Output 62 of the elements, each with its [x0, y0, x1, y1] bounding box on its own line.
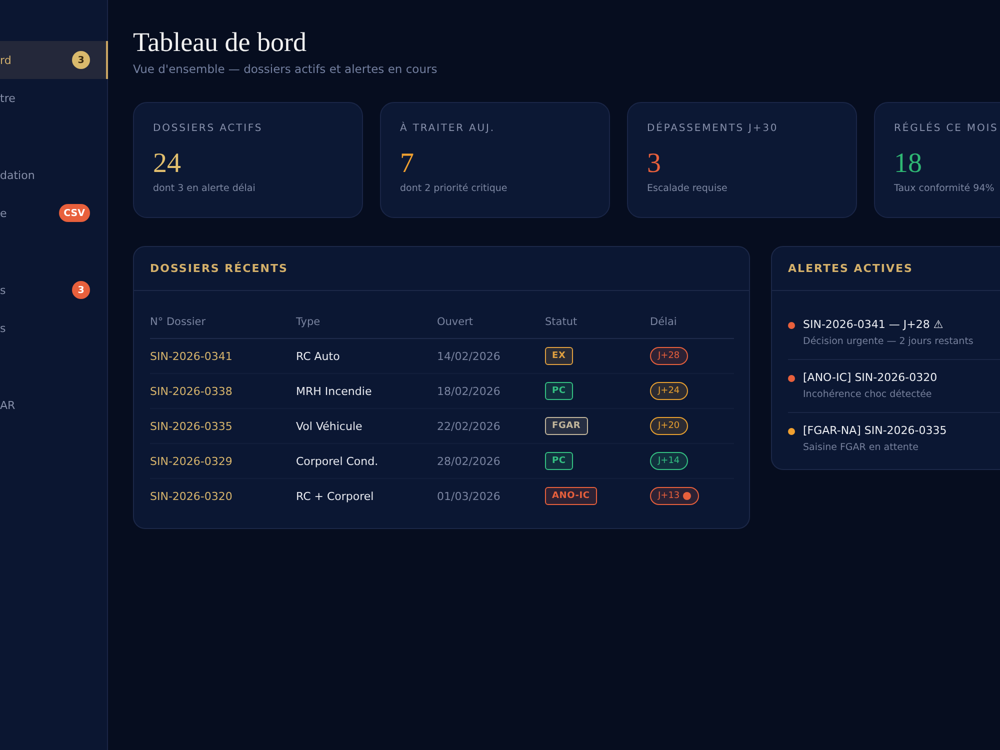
alert-detail: Saisine FGAR en attente	[803, 441, 920, 455]
stat-label: À TRAITER AUJ.	[400, 123, 496, 134]
stat-value: 3	[647, 148, 662, 180]
stat-value: 18	[894, 148, 923, 180]
stat-note: Taux conformité 94%	[894, 183, 996, 194]
column-header: Ouvert	[437, 306, 545, 338]
sidebar-item[interactable]: dation	[0, 156, 108, 194]
alert-title[interactable]: SIN-2026-0341 — J+28 ⚠	[803, 317, 974, 333]
status-tag: EX	[545, 347, 573, 365]
sidebar-item[interactable]: e CSV	[0, 194, 108, 232]
delay-pill: J+24	[650, 382, 688, 400]
alert-detail: Incohérence choc détectée	[803, 388, 933, 402]
panel-title: ALERTES ACTIVES	[788, 262, 913, 275]
status-tag: PC	[545, 452, 573, 470]
count-badge: CSV	[58, 204, 90, 222]
type-cell: RC Auto	[296, 338, 437, 374]
alert-title[interactable]: [FGAR-NA] SIN-2026-0335	[803, 423, 947, 439]
delay-pill: J+28	[650, 347, 688, 365]
stat-value: 24	[153, 148, 182, 180]
date-cell: 14/02/2026	[437, 338, 545, 374]
type-cell: Vol Véhicule	[296, 408, 437, 444]
stat-note: dont 3 en alerte délai	[153, 183, 256, 194]
count-badge: 3	[72, 281, 90, 299]
type-cell: RC + Corporel	[296, 478, 437, 513]
date-cell: 18/02/2026	[437, 374, 545, 408]
file-number-cell[interactable]: SIN-2026-0320	[150, 478, 296, 513]
stat-value: 7	[400, 148, 415, 180]
stat-note: dont 2 priorité critique	[400, 183, 508, 194]
alert-detail: Décision urgente — 2 jours restants	[803, 335, 974, 349]
date-cell: 28/02/2026	[437, 444, 545, 478]
type-cell: MRH Incendie	[296, 374, 437, 408]
alert-title[interactable]: [ANO-IC] SIN-2026-0320	[803, 370, 938, 386]
date-cell: 01/03/2026	[437, 478, 545, 513]
stat-label: RÉGLÉS CE MOIS	[894, 123, 1000, 134]
date-cell: 22/02/2026	[437, 408, 545, 444]
sidebar-item[interactable]: s	[0, 309, 108, 347]
sidebar-item[interactable]: AR	[0, 386, 108, 424]
delay-pill: J+20	[650, 417, 688, 435]
panel-title: DOSSIERS RÉCENTS	[150, 262, 288, 275]
page-subtitle: Vue d'ensemble — dossiers actifs et alertes en cours	[133, 62, 438, 76]
column-header: Statut	[545, 306, 650, 338]
page-title: Tableau de bord	[133, 26, 308, 58]
file-number-cell[interactable]: SIN-2026-0335	[150, 408, 296, 444]
file-number-cell[interactable]: SIN-2026-0338	[150, 374, 296, 408]
count-badge: 3	[72, 51, 90, 69]
sidebar-item[interactable]: s 3	[0, 271, 108, 309]
status-tag: PC	[545, 382, 573, 400]
type-cell: Corporel Cond.	[296, 444, 437, 478]
status-tag: ANO-IC	[545, 487, 597, 505]
delay-pill: J+14	[650, 452, 688, 470]
file-number-cell[interactable]: SIN-2026-0329	[150, 444, 296, 478]
status-tag: FGAR	[545, 417, 588, 435]
sidebar-item[interactable]: tre	[0, 79, 108, 117]
stat-label: DÉPASSEMENTS J+30	[647, 123, 780, 134]
sidebar-item[interactable]: rd 3	[0, 41, 108, 79]
delay-pill: J+13	[650, 487, 699, 505]
stat-label: DOSSIERS ACTIFS	[153, 123, 264, 134]
column-header: N° Dossier	[150, 306, 296, 338]
stat-note: Escalade requise	[647, 183, 728, 194]
column-header: Délai	[650, 306, 734, 338]
file-number-cell[interactable]: SIN-2026-0341	[150, 338, 296, 374]
column-header: Type	[296, 306, 437, 338]
